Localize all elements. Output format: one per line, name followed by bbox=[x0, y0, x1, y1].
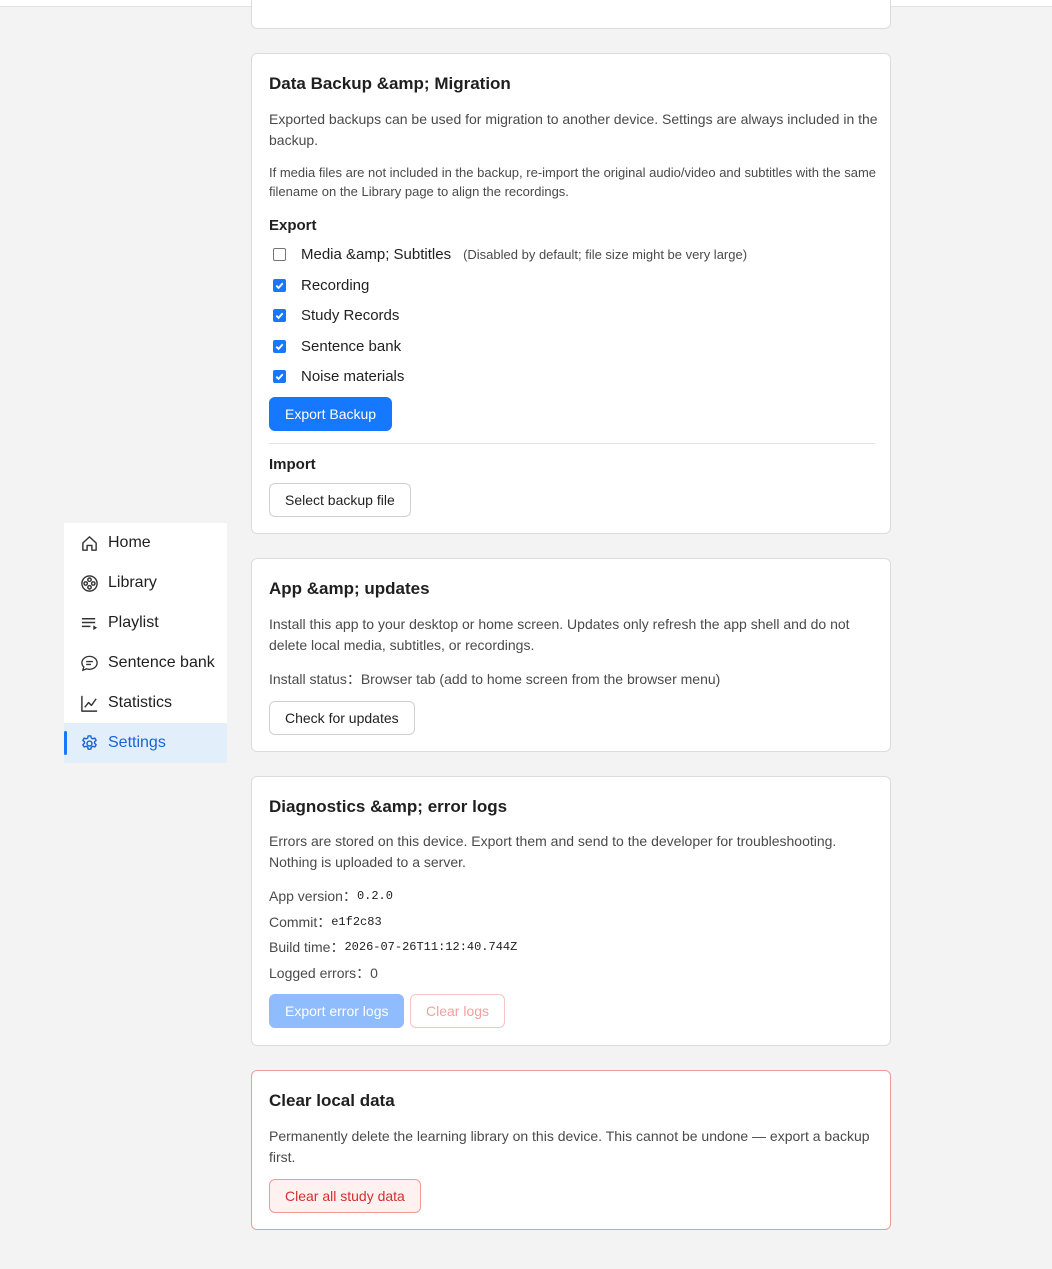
app-version-value: 0.2.0 bbox=[356, 889, 393, 903]
checkbox[interactable] bbox=[273, 279, 286, 292]
export-heading: Export bbox=[269, 217, 317, 234]
sidebar-item-library[interactable]: Library bbox=[64, 563, 227, 603]
option-hint: (Disabled by default; file size might be… bbox=[463, 247, 748, 262]
option-label: Sentence bank bbox=[301, 338, 402, 355]
backup-description: Exported backups can be used for migrati… bbox=[269, 111, 878, 148]
option-noise-materials[interactable]: Noise materials bbox=[269, 368, 404, 385]
sidebar-item-label: Playlist bbox=[108, 614, 159, 631]
home-icon bbox=[80, 534, 99, 553]
sidebar-item-statistics[interactable]: Statistics bbox=[64, 683, 227, 723]
option-sentence-bank[interactable]: Sentence bank bbox=[269, 338, 401, 355]
checkbox[interactable] bbox=[273, 370, 286, 383]
build-time-label: Build time： bbox=[269, 939, 345, 955]
clear-data-card: Clear local data Permanently delete the … bbox=[251, 1070, 891, 1230]
commit-value: e1f2c83 bbox=[331, 915, 382, 929]
checkbox[interactable] bbox=[273, 248, 286, 261]
checkbox[interactable] bbox=[273, 309, 286, 322]
app-version: App version： 0.2.0 bbox=[269, 886, 393, 906]
select-backup-file-button[interactable]: Select backup file bbox=[269, 483, 411, 517]
logged-errors: Logged errors： 0 bbox=[269, 963, 378, 983]
logged-errors-value: 0 bbox=[370, 965, 378, 981]
option-label: Recording bbox=[301, 277, 370, 294]
clear-logs-button[interactable]: Clear logs bbox=[410, 994, 506, 1028]
backup-title: Data Backup &amp; Migration bbox=[269, 74, 511, 93]
app-updates-title: App &amp; updates bbox=[269, 579, 430, 598]
option-study-records[interactable]: Study Records bbox=[269, 307, 399, 324]
sidebar-item-settings[interactable]: Settings bbox=[64, 723, 227, 763]
commit: Commit： e1f2c83 bbox=[269, 912, 382, 932]
playlist-icon bbox=[80, 614, 99, 633]
sidebar-item-label: Home bbox=[108, 534, 151, 551]
diagnostics-card: Diagnostics &amp; error logs Errors are … bbox=[251, 776, 891, 1046]
previous-settings-card bbox=[251, 0, 891, 29]
option-label: Noise materials bbox=[301, 368, 405, 385]
sidebar-item-sentence-bank[interactable]: Sentence bank bbox=[64, 643, 227, 683]
chat-bubble-icon bbox=[80, 654, 99, 673]
backup-media-note: If media files are not included in the b… bbox=[269, 165, 877, 199]
option-recording[interactable]: Recording bbox=[269, 277, 369, 294]
section-divider bbox=[269, 443, 875, 444]
sidebar-item-label: Settings bbox=[108, 734, 166, 751]
app-updates-description: Install this app to your desktop or home… bbox=[269, 616, 850, 653]
clear-data-title: Clear local data bbox=[269, 1091, 395, 1110]
film-reel-icon bbox=[80, 574, 99, 593]
option-label: Media &amp; Subtitles bbox=[301, 246, 452, 263]
sidebar-nav: Home Library Playlist Sentence bank Stat… bbox=[64, 523, 227, 763]
sidebar-item-home[interactable]: Home bbox=[64, 523, 227, 563]
install-status: Install status： Browser tab (add to home… bbox=[269, 669, 720, 689]
sidebar-item-label: Statistics bbox=[108, 694, 173, 711]
export-backup-button[interactable]: Export Backup bbox=[269, 397, 393, 431]
sidebar-item-label: Sentence bank bbox=[108, 654, 215, 671]
import-heading: Import bbox=[269, 456, 316, 473]
option-label: Study Records bbox=[301, 307, 400, 324]
line-chart-icon bbox=[80, 694, 99, 713]
app-updates-card: App &amp; updates Install this app to yo… bbox=[251, 558, 891, 752]
logged-errors-label: Logged errors： bbox=[269, 965, 371, 981]
clear-data-description: Permanently delete the learning library … bbox=[269, 1128, 870, 1165]
option-media-subtitles[interactable]: Media &amp; Subtitles (Disabled by defau… bbox=[269, 246, 747, 263]
install-status-value: Browser tab (add to home screen from the… bbox=[360, 671, 721, 687]
app-version-label: App version： bbox=[269, 888, 357, 904]
gear-icon bbox=[80, 734, 99, 753]
build-time: Build time： 2026-07-26T11:12:40.744Z bbox=[269, 937, 517, 957]
build-time-value: 2026-07-26T11:12:40.744Z bbox=[344, 940, 518, 954]
export-error-logs-button[interactable]: Export error logs bbox=[269, 994, 405, 1028]
diagnostics-title: Diagnostics &amp; error logs bbox=[269, 797, 508, 816]
diagnostics-description: Errors are stored on this device. Export… bbox=[269, 833, 837, 870]
checkbox[interactable] bbox=[273, 340, 286, 353]
backup-card: Data Backup &amp; Migration Exported bac… bbox=[251, 53, 891, 534]
clear-all-study-data-button[interactable]: Clear all study data bbox=[269, 1179, 421, 1213]
sidebar-item-playlist[interactable]: Playlist bbox=[64, 603, 227, 643]
commit-label: Commit： bbox=[269, 914, 332, 930]
sidebar-item-label: Library bbox=[108, 574, 157, 591]
check-updates-button[interactable]: Check for updates bbox=[269, 701, 415, 735]
install-status-label: Install status： bbox=[269, 671, 361, 687]
